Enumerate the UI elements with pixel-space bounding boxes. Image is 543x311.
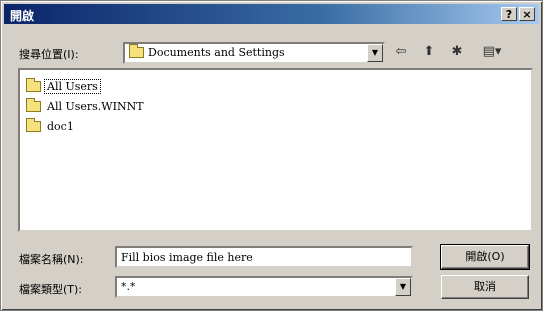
file-name: doc1 — [47, 120, 74, 133]
file-name-input[interactable] — [117, 248, 411, 266]
back-icon[interactable]: ⇦ — [391, 43, 411, 61]
file-type-value: *.* — [121, 280, 136, 293]
folder-icon — [26, 78, 41, 92]
file-type-label: 檔案類型(T): — [19, 283, 83, 296]
view-menu-icon[interactable]: ▤▾ — [477, 43, 507, 61]
open-button[interactable]: 開啟(O) — [440, 244, 530, 270]
help-button[interactable]: ? — [501, 7, 517, 21]
dialog-title: 開啟 — [10, 9, 35, 23]
new-folder-icon[interactable]: ✱ — [447, 43, 467, 61]
look-in-dropdown[interactable]: Documents and Settings ▼ — [123, 42, 385, 64]
list-item[interactable]: All Users.WINNT — [26, 98, 146, 118]
list-item[interactable]: All Users — [26, 78, 101, 98]
look-in-dropdown-arrow[interactable]: ▼ — [367, 44, 383, 62]
close-button[interactable]: × — [519, 7, 535, 21]
title-bar[interactable]: 開啟 ? × — [4, 4, 539, 24]
file-name: All Users — [44, 79, 101, 94]
up-folder-icon[interactable]: ⬆ — [419, 43, 439, 61]
look-in-value: Documents and Settings — [148, 46, 285, 59]
look-in-value-wrapper: Documents and Settings — [129, 44, 285, 59]
cancel-button[interactable]: 取消 — [441, 275, 529, 299]
folder-icon — [129, 44, 144, 58]
file-type-dropdown[interactable]: *.* ▼ — [115, 276, 413, 298]
file-name-label: 檔案名稱(N): — [19, 253, 84, 266]
file-list[interactable]: All Users All Users.WINNT doc1 — [18, 68, 533, 232]
file-name-field[interactable] — [115, 246, 413, 268]
folder-icon — [26, 118, 41, 132]
folder-icon — [26, 98, 41, 112]
look-in-label: 搜尋位置(I): — [19, 48, 79, 61]
file-type-dropdown-arrow[interactable]: ▼ — [395, 278, 411, 296]
list-item[interactable]: doc1 — [26, 118, 76, 138]
file-name: All Users.WINNT — [47, 100, 144, 113]
open-file-dialog: 開啟 ? × 搜尋位置(I): Documents and Settings ▼… — [0, 0, 543, 311]
